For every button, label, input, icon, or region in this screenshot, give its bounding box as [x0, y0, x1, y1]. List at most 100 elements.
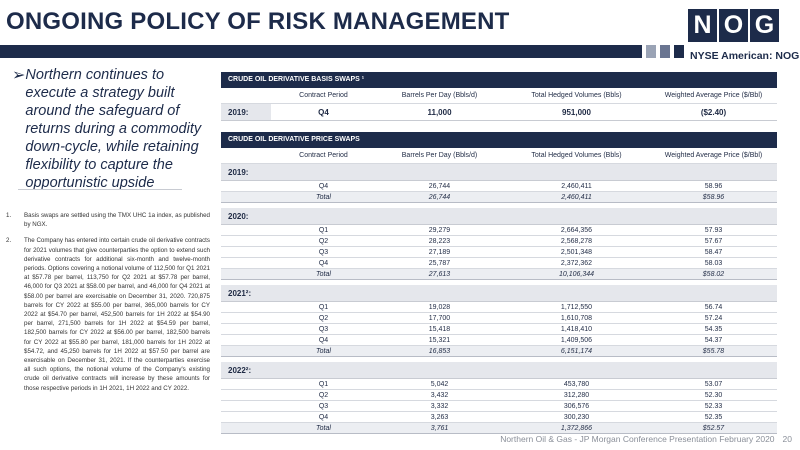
table-row: Q4 3,263 300,230 52.35	[221, 412, 777, 423]
total-label: Total	[316, 271, 331, 278]
column-header: Contract Period	[299, 92, 348, 99]
title-rule	[0, 45, 642, 58]
row-indent	[221, 313, 271, 323]
row-indent	[221, 324, 271, 334]
contract-period: Q3	[318, 249, 329, 256]
barrels-per-day: 3,332	[430, 403, 449, 410]
total-row: Total 26,744 2,460,411 $58.96	[221, 192, 777, 203]
hedged-volume: 2,501,348	[560, 249, 593, 256]
column-header: Total Hedged Volumes (Bbls)	[531, 92, 622, 99]
total-weighted-price: $52.57	[702, 425, 725, 432]
basis-swaps-table: CRUDE OIL DERIVATIVE BASIS SWAPS ¹ Contr…	[221, 72, 777, 121]
contract-period: Q2	[318, 392, 329, 399]
barrels-per-day: 17,700	[428, 315, 451, 322]
row-indent	[221, 390, 271, 400]
total-weighted-price: $55.78	[702, 348, 725, 355]
page-number: 20	[782, 434, 792, 444]
page-title: ONGOING POLICY OF RISK MANAGEMENT	[6, 8, 510, 35]
weighted-price: 53.07	[704, 381, 723, 388]
ticker-label: NYSE American: NOG	[690, 50, 800, 62]
hedged-volume: 2,664,356	[560, 227, 593, 234]
basis-swaps-title: CRUDE OIL DERIVATIVE BASIS SWAPS ¹	[221, 72, 777, 88]
hedged-volume: 2,372,362	[560, 260, 593, 267]
total-barrels-per-day: 27,613	[428, 271, 451, 278]
total-barrels-per-day: 26,744	[428, 194, 451, 201]
contract-period: Q2	[318, 315, 329, 322]
table-row: Q4 25,787 2,372,362 58.03	[221, 258, 777, 269]
year-label: 2019:	[228, 168, 249, 177]
hedged-volume: 453,780	[563, 381, 590, 388]
logo-letter: G	[750, 9, 779, 42]
accent-square	[674, 45, 684, 58]
weighted-price: 52.30	[704, 392, 723, 399]
total-barrels-per-day: 3,761	[430, 425, 449, 432]
hedged-volume: 1,418,410	[560, 326, 593, 333]
row-indent	[221, 247, 271, 257]
barrels-per-day: 3,263	[430, 414, 449, 421]
hedged-volume: 1,712,550	[560, 304, 593, 311]
column-header-row: Contract Period Barrels Per Day (Bbls/d) T…	[221, 148, 777, 164]
hedged-volume: 300,230	[563, 414, 590, 421]
row-indent	[221, 412, 271, 422]
key-bullet: ➢ Northern continues to execute a strate…	[12, 66, 217, 192]
price-swaps-title: CRUDE OIL DERIVATIVE PRICE SWAPS	[221, 132, 777, 148]
row-indent	[221, 192, 271, 202]
year-row: 2022²:	[221, 362, 777, 379]
column-header: Weighted Average Price ($/Bbl)	[664, 92, 763, 99]
footnote: 1. Basis swaps are settled using the TMX …	[6, 211, 210, 229]
table-row: Q4 15,321 1,409,506 54.37	[221, 335, 777, 346]
footnote-number: 2.	[6, 237, 12, 245]
total-label: Total	[316, 425, 331, 432]
contract-period: Q1	[318, 304, 329, 311]
barrels-per-day: 15,418	[428, 326, 451, 333]
weighted-price: 58.96	[704, 183, 723, 190]
table-row: Q4 26,744 2,460,411 58.96	[221, 181, 777, 192]
total-label: Total	[316, 194, 331, 201]
contract-period: Q4	[318, 183, 329, 190]
weighted-price: 54.37	[704, 337, 723, 344]
footer-text: Northern Oil & Gas - JP Morgan Conferenc…	[500, 434, 775, 444]
footnote: 2. The Company has entered into certain c…	[6, 236, 210, 392]
table-row: 2019: Q4 11,000 951,000 ($2.40)	[221, 104, 777, 121]
barrels-per-day: 3,432	[430, 392, 449, 399]
table-row: Q3 3,332 306,576 52.33	[221, 401, 777, 412]
year-row: 2020:	[221, 208, 777, 225]
year-row: 2019:	[221, 164, 777, 181]
row-indent	[221, 335, 271, 345]
hedged-volume: 951,000	[503, 104, 650, 120]
table-row: Q3 15,418 1,418,410 54.35	[221, 324, 777, 335]
year-label: 2019:	[228, 108, 249, 117]
total-hedged-volume: 2,460,411	[561, 194, 592, 201]
weighted-price: 54.35	[704, 326, 723, 333]
weighted-price: 52.35	[704, 414, 723, 421]
year-label: 2021²:	[228, 289, 252, 298]
total-row: Total 27,613 10,106,344 $58.02	[221, 269, 777, 280]
column-header: Total Hedged Volumes (Bbls)	[531, 152, 622, 159]
footnote-text: Basis swaps are settled using the TMX UH…	[24, 212, 210, 229]
column-header: Weighted Average Price ($/Bbl)	[664, 152, 763, 159]
accent-square	[660, 45, 670, 58]
barrels-per-day: 25,787	[428, 260, 451, 267]
barrels-per-day: 28,223	[428, 238, 451, 245]
barrels-per-day: 26,744	[428, 183, 451, 190]
total-weighted-price: $58.96	[702, 194, 725, 201]
total-row: Total 3,761 1,372,866 $52.57	[221, 423, 777, 434]
row-indent	[221, 302, 271, 312]
footnote-number: 1.	[6, 212, 12, 219]
row-indent	[221, 401, 271, 411]
barrels-per-day: 27,189	[428, 249, 451, 256]
hedged-volume: 1,409,506	[560, 337, 593, 344]
total-row: Total 16,853 6,151,174 $55.78	[221, 346, 777, 357]
row-indent	[221, 269, 271, 279]
hedged-volume: 1,610,708	[560, 315, 593, 322]
column-header-row: Contract Period Barrels Per Day (Bbls/d) T…	[221, 88, 777, 104]
year-label: 2022²:	[228, 366, 252, 375]
column-header: Contract Period	[299, 152, 348, 159]
table-row: Q1 29,279 2,664,356 57.93	[221, 225, 777, 236]
weighted-price: 56.74	[704, 304, 723, 311]
arrow-bullet-icon: ➢	[12, 67, 26, 84]
barrels-per-day: 11,000	[376, 104, 503, 120]
contract-period: Q4	[271, 104, 376, 120]
row-indent	[221, 225, 271, 235]
weighted-price: 57.93	[704, 227, 723, 234]
